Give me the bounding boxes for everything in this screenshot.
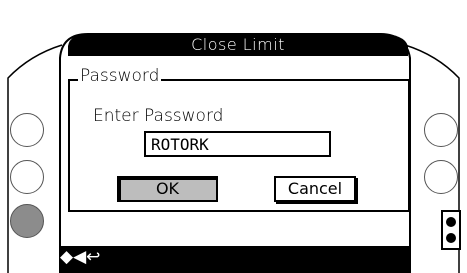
scroll-dot-bottom: [446, 233, 456, 243]
screen-title: Close Limit: [191, 35, 285, 54]
scroll-dot-top: [446, 217, 456, 227]
password-input[interactable]: [144, 131, 331, 157]
left-button-1[interactable]: [10, 113, 44, 147]
cancel-button[interactable]: Cancel: [274, 176, 356, 202]
navigation-hint: ◆◀↩: [60, 247, 100, 267]
left-button-3[interactable]: [10, 204, 44, 238]
password-group-label: Password: [78, 66, 162, 86]
nav-arrows-enter-icon: ◆◀↩: [60, 247, 101, 267]
right-button-1[interactable]: [424, 113, 458, 147]
left-button-2[interactable]: [10, 160, 44, 194]
enter-password-label: Enter Password: [93, 106, 224, 126]
scroll-indicator: [441, 210, 461, 250]
right-button-2[interactable]: [424, 160, 458, 194]
ok-button[interactable]: OK: [117, 176, 218, 202]
